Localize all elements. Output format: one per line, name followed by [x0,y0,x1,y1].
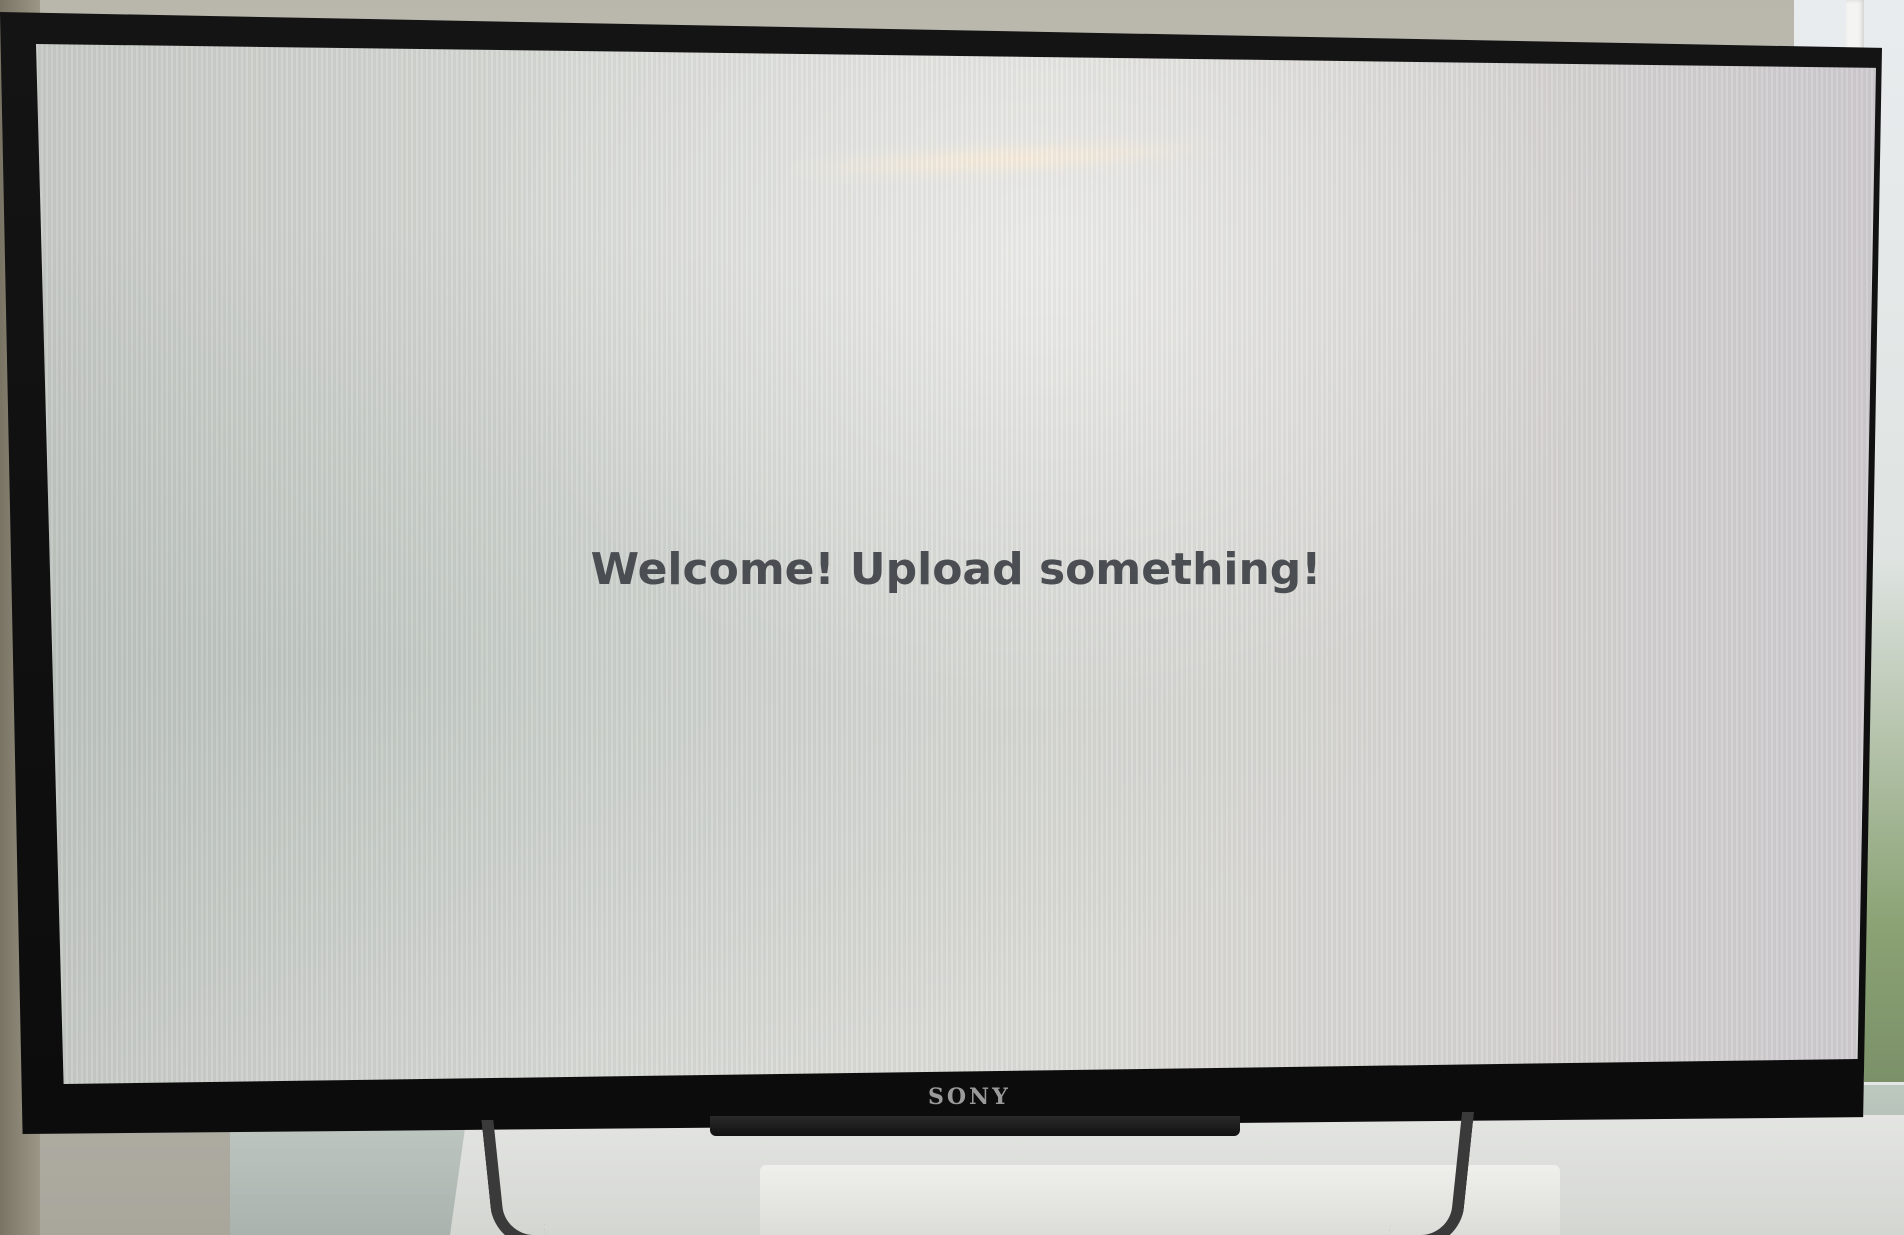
light-reflection [775,131,1237,187]
brand-logo: SONY [928,1084,1011,1110]
tv-screen: Welcome! Upload something! [36,44,1876,1084]
welcome-message: Welcome! Upload something! [590,544,1322,595]
tv-stand-bar [710,1116,1240,1136]
tv-stand-leg-right [1387,1112,1475,1235]
photo-scene: Welcome! Upload something! SONY [0,0,1904,1235]
